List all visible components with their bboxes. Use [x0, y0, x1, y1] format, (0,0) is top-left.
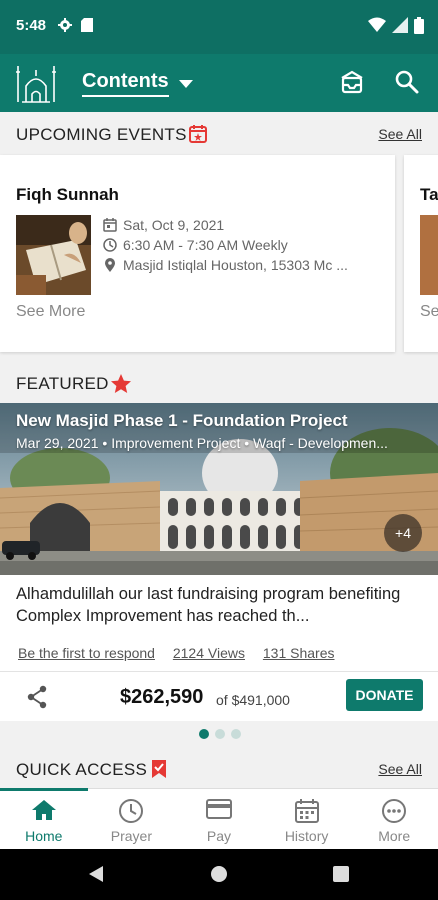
signal-icon: [392, 17, 408, 33]
quick-access-header: QUICK ACCESS See All: [0, 750, 438, 788]
more-images-badge[interactable]: +4: [384, 514, 422, 552]
views-count[interactable]: 2124 Views: [173, 645, 245, 661]
featured-meta: Mar 29, 2021 • Improvement Project • Waq…: [16, 435, 388, 451]
see-all-quick-access-link[interactable]: See All: [378, 761, 422, 777]
app-bar: Contents: [0, 54, 438, 112]
share-icon[interactable]: [26, 685, 48, 709]
divider: [0, 671, 438, 672]
donation-goal: of $491,000: [216, 692, 290, 708]
amount-raised: $262,590: [120, 686, 204, 708]
status-time: 5:48: [16, 17, 47, 34]
recents-icon[interactable]: [333, 866, 349, 882]
more-icon: [382, 799, 407, 823]
donate-button[interactable]: DONATE: [346, 679, 423, 711]
clock-icon: [119, 799, 144, 823]
nav-pay[interactable]: Pay: [175, 789, 263, 850]
shares-count[interactable]: 131 Shares: [263, 645, 335, 661]
upcoming-events-header: UPCOMING EVENTS See All: [0, 115, 438, 153]
nav-label: Pay: [206, 828, 232, 844]
star-icon: [111, 374, 131, 393]
see-all-events-link[interactable]: See All: [378, 126, 422, 142]
section-title: FEATURED: [16, 374, 109, 393]
sim-card-icon: [81, 18, 93, 32]
home-icon: [31, 800, 56, 820]
event-thumbnail: [16, 215, 91, 295]
respond-link[interactable]: Be the first to respond: [18, 645, 155, 661]
event-location: Masjid Istiqlal Houston, 15303 Mc ...: [123, 257, 348, 273]
section-title: QUICK ACCESS: [16, 760, 148, 779]
event-card[interactable]: Fiqh Sunnah Sat, Oct 9, 2021 6:30 AM - 7…: [0, 155, 395, 352]
event-date: Sat, Oct 9, 2021: [123, 217, 225, 233]
event-title: Ta: [420, 185, 438, 204]
system-navigation-bar: [0, 849, 438, 900]
nav-label: Prayer: [110, 828, 152, 844]
calendar-icon: [103, 218, 117, 232]
chevron-down-icon: [178, 79, 193, 88]
app-screen: 5:48 Contents UPCOMING EVENTS See All Fi…: [0, 0, 438, 900]
nav-more[interactable]: More: [350, 789, 438, 850]
status-bar: 5:48: [0, 0, 438, 54]
carousel-dot[interactable]: [231, 729, 241, 739]
nav-prayer[interactable]: Prayer: [88, 789, 176, 850]
app-bar-title: Contents: [82, 70, 169, 97]
contents-dropdown[interactable]: Contents: [82, 70, 193, 97]
featured-title: New Masjid Phase 1 - Foundation Project: [16, 411, 348, 430]
home-circle-icon[interactable]: [210, 865, 228, 883]
event-time: 6:30 AM - 7:30 AM Weekly: [123, 237, 288, 253]
location-pin-icon: [105, 258, 115, 272]
nav-label: More: [378, 828, 411, 844]
calendar-icon: [189, 125, 207, 143]
see-more-link[interactable]: Se: [420, 303, 438, 321]
wifi-icon: [368, 17, 386, 32]
carousel-indicator: [199, 729, 241, 739]
nav-home[interactable]: Home: [0, 788, 88, 850]
settings-notification-icon: [58, 18, 72, 32]
clock-icon: [103, 238, 117, 252]
nav-history[interactable]: History: [263, 789, 351, 850]
featured-description: Alhamdulillah our last fundraising progr…: [16, 585, 401, 625]
featured-card[interactable]: New Masjid Phase 1 - Foundation Project …: [0, 403, 438, 721]
bottom-navigation: Home Prayer Pay History More: [0, 788, 438, 849]
featured-image[interactable]: New Masjid Phase 1 - Foundation Project …: [0, 403, 438, 575]
see-more-link[interactable]: See More: [16, 303, 85, 321]
bookmark-icon: [152, 760, 166, 778]
featured-header: FEATURED: [0, 364, 438, 402]
featured-category: Improvement Project: [111, 435, 241, 451]
event-thumbnail: [420, 215, 438, 295]
back-icon[interactable]: [88, 865, 104, 883]
mosque-logo-icon[interactable]: [12, 58, 60, 106]
featured-date: Mar 29, 2021: [16, 435, 99, 451]
nav-label: History: [284, 828, 329, 844]
section-title: UPCOMING EVENTS: [16, 125, 187, 144]
nav-label: Home: [25, 828, 63, 844]
featured-stats: Be the first to respond 2124 Views 131 S…: [18, 645, 349, 661]
search-icon[interactable]: [393, 68, 421, 96]
battery-icon: [414, 16, 424, 34]
featured-tag: Waqf - Developmen...: [253, 435, 388, 451]
carousel-dot[interactable]: [199, 729, 209, 739]
event-card-next[interactable]: Ta Se: [404, 155, 438, 352]
carousel-dot[interactable]: [215, 729, 225, 739]
calendar-history-icon: [294, 799, 319, 823]
inbox-icon[interactable]: [338, 68, 366, 96]
event-title: Fiqh Sunnah: [16, 185, 119, 204]
credit-card-icon: [205, 799, 232, 819]
